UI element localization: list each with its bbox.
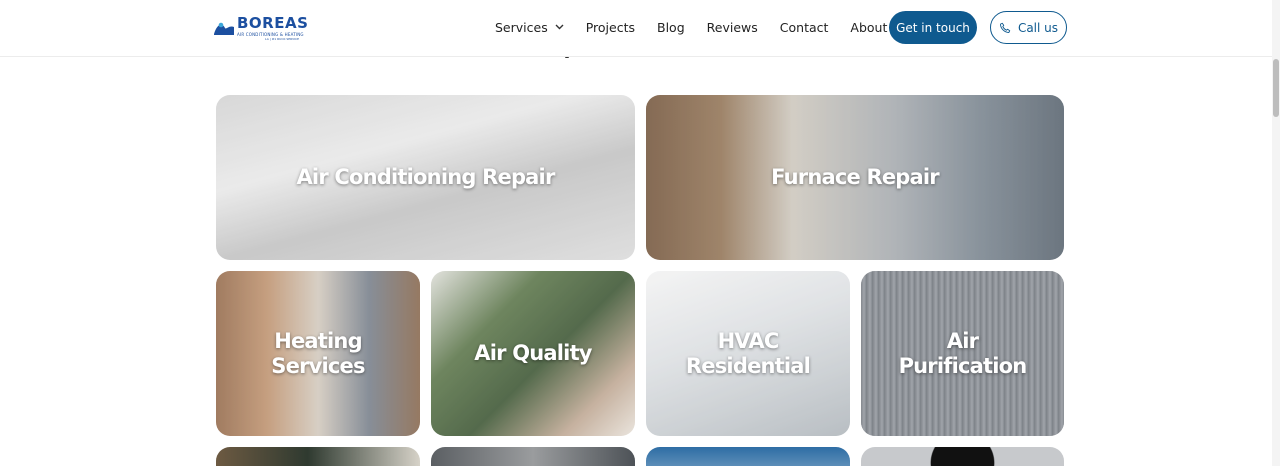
nav-item-projects[interactable]: Projects bbox=[586, 20, 635, 35]
card-image bbox=[216, 447, 420, 466]
page-scrollbar[interactable] bbox=[1272, 0, 1280, 466]
service-card-air-conditioning-repair[interactable]: Air Conditioning Repair bbox=[216, 95, 635, 260]
card-title: Furnace Repair bbox=[771, 165, 940, 190]
service-card-partial[interactable] bbox=[216, 447, 420, 466]
scrollbar-thumb[interactable] bbox=[1273, 59, 1279, 117]
card-title: Air Quality bbox=[474, 341, 592, 366]
brand-tagline: AIR CONDITIONING & HEATING bbox=[237, 31, 304, 37]
card-title: Air Purification bbox=[898, 329, 1028, 378]
phone-icon bbox=[999, 22, 1011, 34]
service-card-air-purification[interactable]: Air Purification bbox=[861, 271, 1064, 436]
nav-item-services[interactable]: Services bbox=[495, 20, 564, 35]
nav-item-contact[interactable]: Contact bbox=[780, 20, 829, 35]
call-us-button[interactable]: Call us bbox=[990, 11, 1067, 44]
call-us-label: Call us bbox=[1017, 20, 1059, 35]
service-card-furnace-repair[interactable]: Furnace Repair bbox=[646, 95, 1064, 260]
nav-item-label: Projects bbox=[585, 20, 635, 35]
service-card-partial[interactable] bbox=[646, 447, 850, 466]
service-card-hvac-residential[interactable]: HVAC Residential bbox=[646, 271, 850, 436]
nav-item-label: Contact bbox=[779, 20, 829, 35]
service-card-heating-services[interactable]: Heating Services bbox=[216, 271, 420, 436]
nav-item-blog[interactable]: Blog bbox=[657, 20, 685, 35]
brand-wordmark: BOREAS AIR CONDITIONING & HEATING LA | #… bbox=[237, 13, 309, 41]
service-card-partial[interactable] bbox=[861, 447, 1064, 466]
nav-item-label: Services bbox=[495, 20, 548, 35]
card-image bbox=[861, 447, 1064, 466]
nav-item-label: Blog bbox=[657, 20, 685, 35]
card-title: Heating Services bbox=[271, 329, 365, 378]
chevron-down-icon bbox=[555, 23, 564, 33]
nav-item-label: Reviews bbox=[706, 20, 758, 35]
card-image bbox=[646, 447, 850, 466]
nav-item-reviews[interactable]: Reviews bbox=[707, 20, 758, 35]
brand-subline: LA | #1 RUCK SERVICE bbox=[265, 36, 300, 41]
wave-logo-icon bbox=[213, 20, 235, 36]
card-image bbox=[431, 447, 635, 466]
site-header: BOREAS AIR CONDITIONING & HEATING LA | #… bbox=[0, 0, 1272, 57]
service-card-partial[interactable] bbox=[431, 447, 635, 466]
card-title: Air Conditioning Repair bbox=[296, 165, 555, 190]
brand-name: BOREAS bbox=[237, 13, 309, 32]
card-title: HVAC Residential bbox=[685, 329, 811, 378]
get-in-touch-button[interactable]: Get in touch bbox=[889, 11, 977, 44]
service-card-air-quality[interactable]: Air Quality bbox=[431, 271, 635, 436]
brand-logo[interactable]: BOREAS AIR CONDITIONING & HEATING LA | #… bbox=[213, 15, 308, 41]
main-nav: Services Projects Blog Reviews Contact A… bbox=[495, 0, 929, 55]
